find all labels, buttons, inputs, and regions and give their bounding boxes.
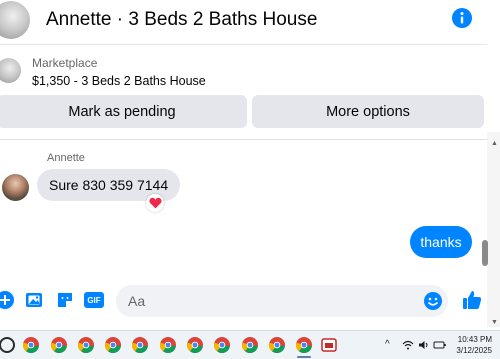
battery-icon[interactable] [433, 340, 447, 350]
clock-date: 3/12/2025 [456, 346, 492, 355]
chat-title[interactable]: Annette · 3 Beds 2 Baths House [46, 9, 317, 31]
chrome-icon[interactable] [213, 336, 231, 354]
chrome-icon[interactable] [131, 336, 149, 354]
chrome-icon[interactable] [77, 336, 95, 354]
chrome-icon[interactable] [22, 336, 40, 354]
like-icon[interactable] [461, 289, 483, 311]
scrollbar-thumb[interactable] [482, 240, 488, 266]
more-options-button[interactable]: More options [252, 95, 484, 128]
wifi-icon[interactable] [402, 340, 414, 350]
header-divider [0, 44, 487, 45]
gif-icon[interactable]: GIF [84, 292, 104, 308]
listing-thumbnail[interactable] [0, 58, 21, 83]
chrome-icon-active[interactable] [295, 336, 313, 354]
sender-name: Annette [47, 152, 85, 164]
outgoing-message[interactable]: thanks [410, 226, 472, 258]
scroll-down-arrow-icon[interactable]: ▼ [491, 319, 498, 326]
chrome-icon[interactable] [104, 336, 122, 354]
chrome-icon[interactable] [268, 336, 286, 354]
plus-icon[interactable] [0, 290, 15, 310]
chat-header: Annette · 3 Beds 2 Baths House [0, 0, 487, 42]
system-clock[interactable]: 10:43 PM 3/12/2025 [452, 334, 492, 356]
chrome-icon[interactable] [50, 336, 68, 354]
scroll-up-arrow-icon[interactable]: ▲ [491, 140, 498, 147]
emoji-icon[interactable] [423, 291, 443, 311]
photo-icon[interactable] [25, 290, 45, 310]
heart-reaction-icon[interactable] [146, 194, 164, 212]
chat-divider [0, 139, 487, 140]
sender-avatar[interactable] [2, 174, 29, 201]
message-input-container[interactable] [116, 285, 448, 317]
mark-as-pending-button[interactable]: Mark as pending [0, 95, 247, 128]
app-icon-red[interactable] [320, 336, 338, 354]
scrollbar-track[interactable] [487, 132, 500, 327]
app-icon-1[interactable] [0, 336, 16, 354]
chrome-icon[interactable] [159, 336, 177, 354]
listing-title[interactable]: $1,350 - 3 Beds 2 Baths House [32, 74, 206, 88]
info-icon[interactable] [452, 8, 472, 28]
volume-icon[interactable] [418, 340, 430, 350]
clock-time: 10:43 PM [457, 335, 492, 344]
chevron-up-icon[interactable]: ^ [385, 339, 390, 351]
sticker-icon[interactable] [55, 290, 75, 310]
chrome-icon[interactable] [241, 336, 259, 354]
marketplace-label: Marketplace [32, 56, 98, 70]
chrome-icon[interactable] [186, 336, 204, 354]
contact-avatar[interactable] [0, 1, 30, 39]
taskbar: ^ 10:43 PM 3/12/2025 [0, 330, 500, 359]
message-input[interactable] [126, 292, 410, 310]
